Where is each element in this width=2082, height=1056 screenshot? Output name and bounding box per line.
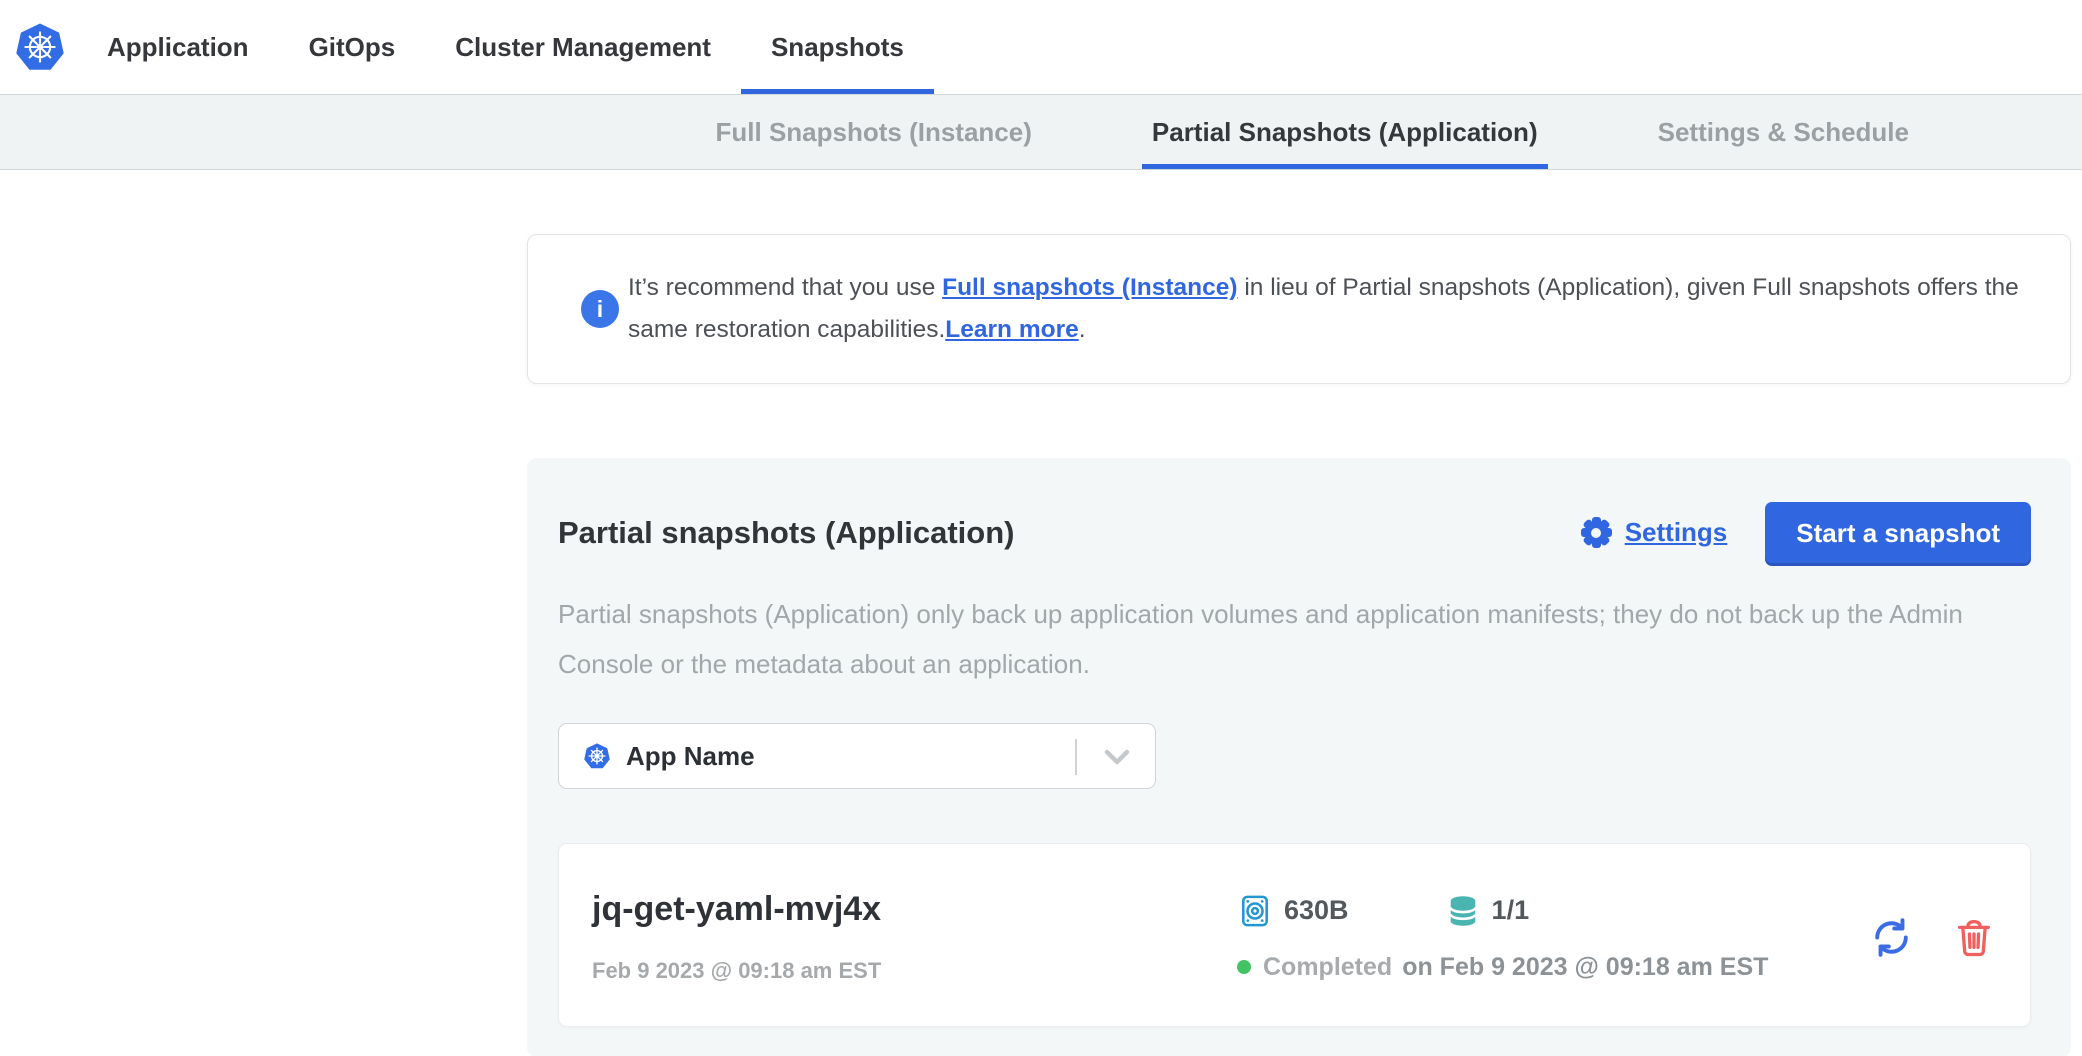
nav-item-application[interactable]: Application [77, 0, 279, 94]
snapshot-stats: 630B 1/1 [1237, 893, 1868, 929]
banner-text-1: It’s recommend that you use [628, 274, 942, 301]
kubernetes-logo[interactable] [0, 0, 66, 94]
kubernetes-app-icon [583, 742, 611, 770]
delete-snapshot-button[interactable] [1953, 916, 1995, 958]
nav-item-snapshots[interactable]: Snapshots [741, 0, 934, 94]
snapshot-row: jq-get-yaml-mvj4x Feb 9 2023 @ 09:18 am … [558, 843, 2031, 1027]
snapshot-volumes: 1/1 [1492, 895, 1530, 926]
snapshot-started-at: Feb 9 2023 @ 09:18 am EST [592, 958, 1237, 984]
info-banner: i It’s recommend that you use Full snaps… [527, 234, 2071, 384]
settings-link-label: Settings [1625, 517, 1728, 548]
full-snapshots-link[interactable]: Full snapshots (Instance) [942, 274, 1237, 301]
nav-item-cluster-management[interactable]: Cluster Management [425, 0, 741, 94]
main-nav: Application GitOps Cluster Management Sn… [77, 0, 934, 94]
kubernetes-logo-icon [14, 21, 66, 73]
start-snapshot-button[interactable]: Start a snapshot [1765, 502, 2031, 563]
status-dot-icon [1237, 960, 1251, 974]
tab-settings-schedule[interactable]: Settings & Schedule [1648, 95, 1919, 169]
snapshot-size-stat: 630B [1237, 893, 1349, 929]
panel-description: Partial snapshots (Application) only bac… [558, 589, 2018, 689]
disk-icon [1237, 893, 1273, 929]
banner-text-3: . [1079, 316, 1086, 343]
snapshots-tabbar: Full Snapshots (Instance) Partial Snapsh… [0, 94, 2082, 170]
page-content: i It’s recommend that you use Full snaps… [527, 234, 2071, 1056]
snapshot-actions [1868, 914, 1997, 961]
nav-item-gitops[interactable]: GitOps [279, 0, 426, 94]
info-banner-text: It’s recommend that you use Full snapsho… [628, 267, 2030, 351]
tab-partial-snapshots[interactable]: Partial Snapshots (Application) [1142, 95, 1548, 169]
tab-full-snapshots[interactable]: Full Snapshots (Instance) [706, 95, 1042, 169]
snapshot-status: Completed [1263, 953, 1392, 982]
snapshot-status-row: Completed on Feb 9 2023 @ 09:18 am EST [1237, 953, 1868, 982]
trash-icon [1953, 916, 1995, 958]
snapshot-info: jq-get-yaml-mvj4x Feb 9 2023 @ 09:18 am … [592, 890, 1237, 984]
gear-icon [1581, 517, 1612, 548]
chevron-down-icon [1104, 749, 1130, 770]
snapshot-finished-at: on Feb 9 2023 @ 09:18 am EST [1402, 953, 1768, 982]
snapshot-volumes-stat: 1/1 [1445, 893, 1530, 929]
app-header: Application GitOps Cluster Management Sn… [0, 0, 2082, 94]
panel-title: Partial snapshots (Application) [558, 515, 1581, 551]
learn-more-link[interactable]: Learn more [945, 316, 1078, 343]
settings-link[interactable]: Settings [1581, 517, 1728, 548]
app-name-select[interactable]: App Name [558, 723, 1156, 789]
snapshot-size: 630B [1284, 895, 1349, 926]
info-icon: i [581, 290, 619, 328]
restore-snapshot-button[interactable] [1868, 914, 1915, 961]
panel-header: Partial snapshots (Application) Settings… [558, 502, 2031, 563]
app-select-value: App Name [626, 741, 755, 772]
select-divider [1075, 739, 1077, 775]
partial-snapshots-panel: Partial snapshots (Application) Settings… [527, 458, 2071, 1056]
database-icon [1445, 893, 1481, 929]
restore-icon [1868, 914, 1915, 961]
snapshot-details: 630B 1/1 Completed o [1237, 893, 1868, 982]
snapshot-name: jq-get-yaml-mvj4x [592, 890, 1237, 929]
